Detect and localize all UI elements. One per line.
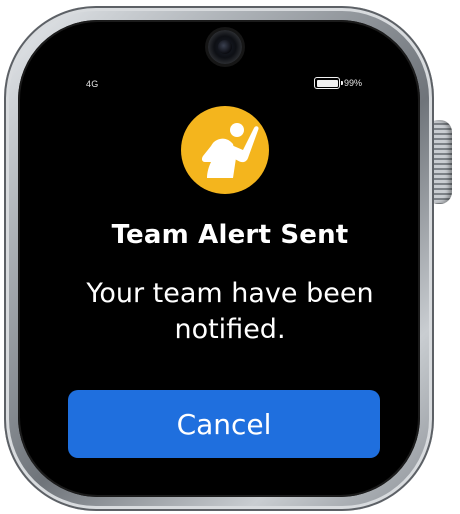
alert-title: Team Alert Sent — [111, 220, 349, 250]
watch-device: 4G 99% Team Alert Sent Your team have be… — [0, 0, 460, 514]
alert-message: Your team have been notified. — [86, 278, 374, 345]
network-indicator: 4G — [86, 79, 99, 89]
battery-status: 99% — [314, 77, 362, 89]
battery-percent: 99% — [344, 78, 363, 88]
raised-hand-person-icon — [181, 106, 269, 194]
battery-icon — [314, 77, 343, 89]
raised-hand-person-glyph — [201, 123, 259, 178]
cancel-button[interactable]: Cancel — [68, 390, 380, 458]
camera-icon — [208, 30, 242, 64]
